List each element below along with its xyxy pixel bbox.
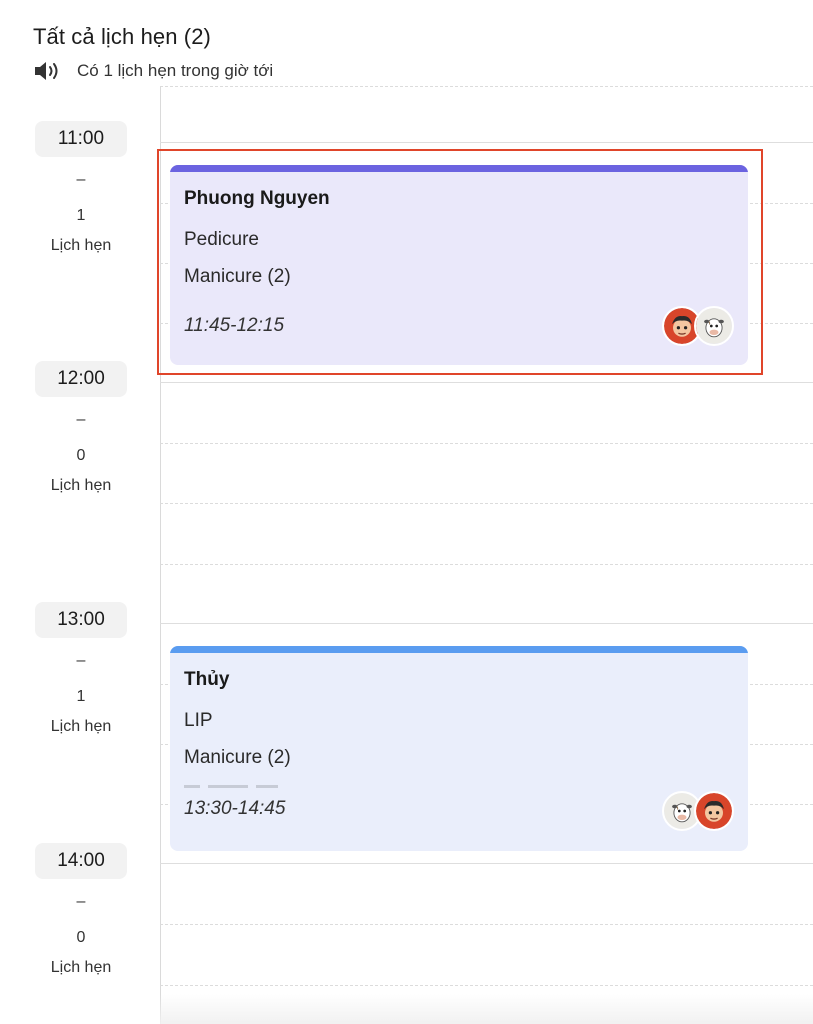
- timeslot-count: 1: [76, 688, 86, 705]
- staff-avatars[interactable]: [662, 791, 734, 831]
- timeslot-time: 11:00: [35, 121, 127, 157]
- timeslot-count: 0: [76, 929, 86, 946]
- upcoming-notice: Có 1 lịch hẹn trong giờ tới: [33, 59, 273, 83]
- appointment-more-services: [184, 781, 304, 789]
- timeslot-time: 13:00: [35, 602, 127, 638]
- selection-highlight: [157, 149, 763, 375]
- timeslot-dash: –: [76, 411, 86, 428]
- grid-quarter-line: [160, 564, 813, 565]
- timeslot-unit: Lịch hẹn: [50, 477, 112, 494]
- timeslot-dash: –: [76, 893, 86, 910]
- page-title: Tất cả lịch hẹn (2): [33, 24, 211, 49]
- grid-quarter-line: [160, 443, 813, 444]
- timeslot-unit: Lịch hẹn: [50, 237, 112, 254]
- appointments-page: Tất cả lịch hẹn (2) Có 1 lịch hẹn trong …: [0, 0, 813, 1024]
- timeslot[interactable]: 14:00 – 0 Lịch hẹn: [35, 843, 127, 977]
- timeslot-count: 1: [76, 207, 86, 224]
- appointment-service: Manicure (2): [184, 747, 291, 768]
- grid-hour-line: [160, 382, 813, 383]
- speaker-icon: [35, 62, 58, 80]
- timeslot-time: 12:00: [35, 361, 127, 397]
- grid-quarter-line: [160, 503, 813, 504]
- timeslot-unit: Lịch hẹn: [50, 959, 112, 976]
- appointment-time: 13:30-14:45: [184, 798, 286, 819]
- grid-hour-line: [160, 142, 813, 143]
- timeslot-dash: –: [76, 171, 86, 188]
- timeslot[interactable]: 13:00 – 1 Lịch hẹn: [35, 602, 127, 736]
- boy-avatar-icon[interactable]: [694, 791, 734, 831]
- appointment-card[interactable]: Thủy LIP Manicure (2) 13:30-14:45: [170, 646, 748, 851]
- appointment-service: LIP: [184, 710, 213, 731]
- timeslot-time: 14:00: [35, 843, 127, 879]
- grid-quarter-line: [160, 985, 813, 986]
- upcoming-notice-text: Có 1 lịch hẹn trong giờ tới: [77, 61, 274, 80]
- appointment-accent-bar: [170, 646, 748, 653]
- grid-hour-line: [160, 863, 813, 864]
- grid-quarter-line: [160, 924, 813, 925]
- grid-quarter-line: [160, 86, 813, 87]
- appointment-customer-name: Thủy: [184, 669, 230, 690]
- timeslot[interactable]: 11:00 – 1 Lịch hẹn: [35, 121, 127, 255]
- timeslot[interactable]: 12:00 – 0 Lịch hẹn: [35, 361, 127, 495]
- grid-hour-line: [160, 623, 813, 624]
- timeslot-count: 0: [76, 447, 86, 464]
- scroll-fade: [160, 994, 813, 1024]
- timeslot-dash: –: [76, 652, 86, 669]
- timeslot-unit: Lịch hẹn: [50, 718, 112, 735]
